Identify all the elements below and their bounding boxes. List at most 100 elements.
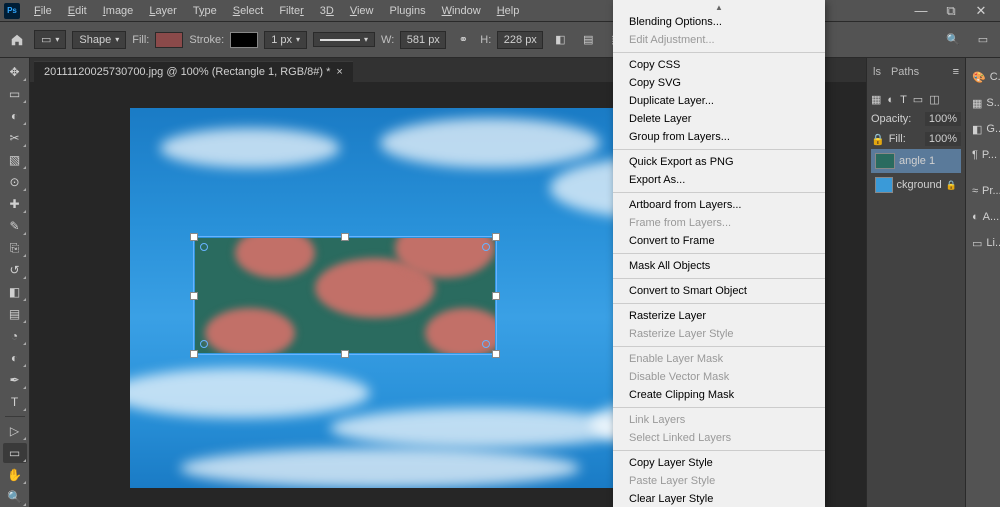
ctx-copy-layer-style[interactable]: Copy Layer Style — [613, 454, 825, 472]
tool-frame[interactable]: ▧ — [3, 150, 27, 170]
tool-history-brush[interactable]: ↺ — [3, 260, 27, 280]
tool-dodge[interactable]: ◐ — [3, 348, 27, 368]
filter-shape-icon[interactable]: ▭ — [913, 93, 923, 106]
layer-item-selected[interactable]: angle 1 — [871, 149, 961, 173]
fill-value[interactable]: 100% — [925, 132, 961, 146]
collapsed-panel-5[interactable]: ◐A... — [966, 204, 1000, 230]
ctx-group-from-layers-[interactable]: Group from Layers... — [613, 128, 825, 146]
ctx-delete-layer[interactable]: Delete Layer — [613, 110, 825, 128]
layer-name-bg: ckground — [897, 179, 942, 191]
collapsed-panel-4[interactable]: ≈Pr... — [966, 178, 1000, 204]
menu-layer[interactable]: Layer — [141, 3, 185, 19]
collapsed-panel-0[interactable]: 🎨C... — [966, 64, 1000, 90]
home-button[interactable] — [6, 29, 28, 51]
tool-blur[interactable]: ◔ — [3, 326, 27, 346]
ctx-export-as-[interactable]: Export As... — [613, 171, 825, 189]
opacity-value[interactable]: 100% — [925, 112, 961, 126]
tool-zoom[interactable]: 🔍 — [3, 487, 27, 507]
workspace-icon[interactable]: ▭ — [972, 29, 994, 51]
tool-brush[interactable]: ✎ — [3, 216, 27, 236]
layer-name: angle 1 — [899, 155, 935, 167]
scroll-up-arrow[interactable]: ▲ — [613, 2, 825, 13]
tool-eraser[interactable]: ◧ — [3, 282, 27, 302]
tool-move[interactable]: ✥ — [3, 62, 27, 82]
tool-eyedropper[interactable]: ⊙ — [3, 172, 27, 192]
menu-type[interactable]: Type — [185, 3, 225, 19]
ctx-create-clipping-mask[interactable]: Create Clipping Mask — [613, 386, 825, 404]
path-ops-icon[interactable]: ◧ — [549, 29, 571, 51]
fill-swatch[interactable] — [155, 32, 183, 48]
tool-hand[interactable]: ✋ — [3, 465, 27, 485]
ctx-convert-to-smart-object[interactable]: Convert to Smart Object — [613, 282, 825, 300]
collapsed-panel-1[interactable]: ▦S... — [966, 90, 1000, 116]
stroke-style[interactable]: ▾ — [313, 32, 375, 47]
menu-plugins[interactable]: Plugins — [382, 3, 434, 19]
link-wh-icon[interactable]: ⚭ — [452, 29, 474, 51]
search-icon[interactable]: 🔍 — [942, 29, 964, 51]
ctx-artboard-from-layers-[interactable]: Artboard from Layers... — [613, 196, 825, 214]
window-minimize[interactable]: — — [906, 3, 936, 18]
close-tab-icon[interactable]: × — [336, 66, 342, 78]
ctx-duplicate-layer-[interactable]: Duplicate Layer... — [613, 92, 825, 110]
ctx-copy-css[interactable]: Copy CSS — [613, 56, 825, 74]
mode-select[interactable]: Shape ▾ — [72, 31, 126, 49]
collapsed-panel-2[interactable]: ◧G... — [966, 116, 1000, 142]
tool-spot-heal[interactable]: ✚ — [3, 194, 27, 214]
panel-tab-paths[interactable]: Paths — [891, 66, 919, 78]
layers-panel: ls Paths ≡ ▦ ◐ T ▭ ◫ Opacity: 100% 🔒 Fil… — [866, 58, 965, 507]
opacity-label: Opacity: — [871, 113, 911, 125]
panel-tab-channels[interactable]: ls — [873, 66, 881, 78]
filter-adj-icon[interactable]: ◐ — [887, 94, 894, 106]
menu-filter[interactable]: Filter — [271, 3, 311, 19]
rectangle-shape[interactable] — [195, 238, 495, 353]
fill-label-panel: Fill: — [889, 133, 906, 145]
window-close[interactable]: ✕ — [966, 3, 996, 19]
ctx-mask-all-objects[interactable]: Mask All Objects — [613, 257, 825, 275]
filter-pixel-icon[interactable]: ▦ — [871, 93, 881, 106]
lock-icon[interactable]: 🔒 — [871, 133, 885, 146]
tool-marquee[interactable]: ▭ — [3, 84, 27, 104]
ctx-frame-from-layers-: Frame from Layers... — [613, 214, 825, 232]
stroke-swatch[interactable] — [230, 32, 258, 48]
fill-label: Fill: — [132, 34, 149, 46]
menu-window[interactable]: Window — [434, 3, 489, 19]
height-input[interactable]: 228 px — [497, 31, 543, 49]
tool-gradient[interactable]: ▤ — [3, 304, 27, 324]
ctx-rasterize-layer[interactable]: Rasterize Layer — [613, 307, 825, 325]
filter-smart-icon[interactable]: ◫ — [929, 93, 939, 106]
ctx-blending-options-[interactable]: Blending Options... — [613, 13, 825, 31]
panel-menu-icon[interactable]: ≡ — [953, 66, 959, 78]
menu-image[interactable]: Image — [95, 3, 142, 19]
window-restore[interactable]: ⧉ — [936, 3, 966, 19]
width-input[interactable]: 581 px — [400, 31, 446, 49]
tool-type[interactable]: T — [3, 392, 27, 412]
menu-help[interactable]: Help — [489, 3, 528, 19]
menu-3d[interactable]: 3D — [312, 3, 342, 19]
tool-path-select[interactable]: ▷ — [3, 421, 27, 441]
layer-item-background[interactable]: ckground 🔒 — [871, 173, 961, 197]
ctx-clear-layer-style[interactable]: Clear Layer Style — [613, 490, 825, 507]
tool-rectangle[interactable]: ▭ — [3, 443, 27, 463]
menu-file[interactable]: File — [26, 3, 60, 19]
align-icon[interactable]: ▤ — [577, 29, 599, 51]
tool-crop[interactable]: ✂ — [3, 128, 27, 148]
app-logo: Ps — [4, 3, 20, 19]
tool-pen[interactable]: ✒ — [3, 370, 27, 390]
menubar: Ps File Edit Image Layer Type Select Fil… — [0, 0, 1000, 22]
menu-edit[interactable]: Edit — [60, 3, 95, 19]
ctx-convert-to-frame[interactable]: Convert to Frame — [613, 232, 825, 250]
menu-select[interactable]: Select — [225, 3, 272, 19]
collapsed-panel-6[interactable]: ▭Li... — [966, 230, 1000, 256]
ctx-edit-adjustment-: Edit Adjustment... — [613, 31, 825, 49]
menu-view[interactable]: View — [342, 3, 382, 19]
tool-clone[interactable]: ⎘ — [3, 238, 27, 258]
filter-type-icon[interactable]: T — [900, 94, 907, 106]
tool-preset[interactable]: ▭ ▾ — [34, 30, 66, 49]
stroke-width[interactable]: 1 px ▾ — [264, 31, 307, 49]
ctx-copy-svg[interactable]: Copy SVG — [613, 74, 825, 92]
context-menu: ▲ Blending Options...Edit Adjustment... C… — [613, 0, 825, 507]
tool-lasso[interactable]: ◐ — [3, 106, 27, 126]
ctx-quick-export-as-png[interactable]: Quick Export as PNG — [613, 153, 825, 171]
document-tab[interactable]: 20111120025730700.jpg @ 100% (Rectangle … — [34, 61, 353, 82]
collapsed-panel-3[interactable]: ¶P... — [966, 142, 1000, 168]
